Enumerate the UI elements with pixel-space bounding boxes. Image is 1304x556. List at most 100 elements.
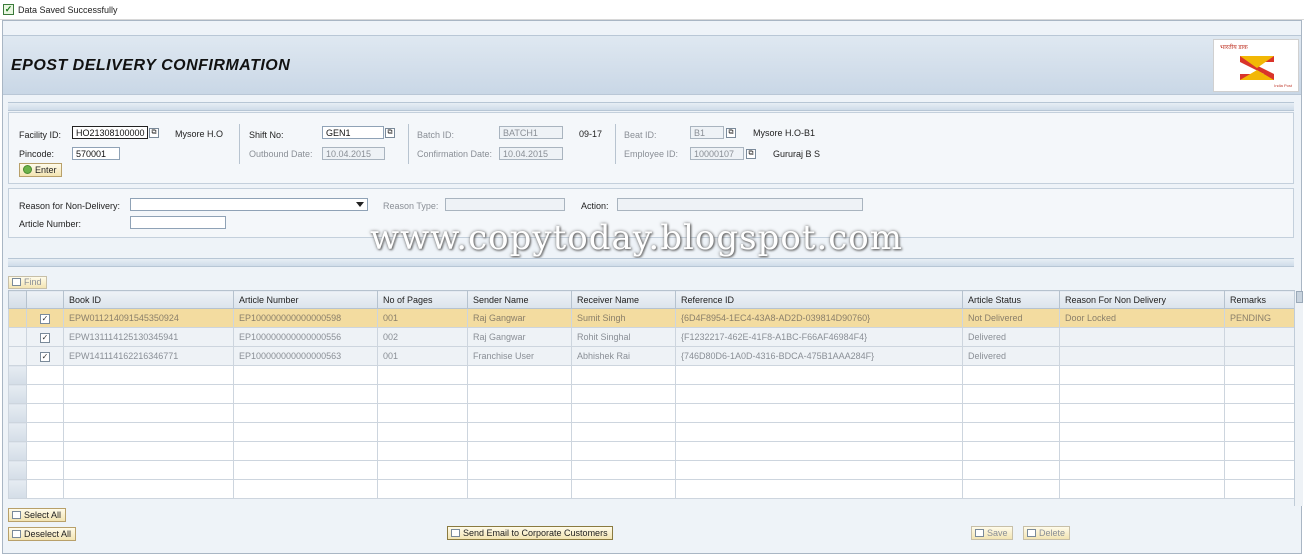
table-row[interactable]: ✓ EPW141114162216346771 EP1000000000000005…	[8, 346, 1295, 366]
table-cell[interactable]	[467, 441, 572, 461]
row-selector[interactable]	[8, 460, 27, 480]
table-cell[interactable]: EPW011214091545350924	[63, 308, 234, 328]
table-cell[interactable]	[63, 441, 234, 461]
table-cell[interactable]: EPW131114125130345941	[63, 327, 234, 347]
table-cell[interactable]	[962, 441, 1060, 461]
row-checkbox[interactable]: ✓	[40, 351, 50, 362]
empty-table-row[interactable]	[8, 479, 1295, 499]
table-cell[interactable]: 001	[377, 346, 468, 366]
table-cell[interactable]	[1059, 403, 1225, 423]
save-button[interactable]: Save	[971, 526, 1013, 540]
table-cell[interactable]	[675, 365, 963, 385]
table-cell[interactable]	[1059, 460, 1225, 480]
table-cell[interactable]	[962, 479, 1060, 499]
table-cell[interactable]	[233, 422, 378, 442]
table-cell[interactable]	[962, 422, 1060, 442]
table-cell[interactable]	[1224, 403, 1295, 423]
table-cell[interactable]: Franchise User	[467, 346, 572, 366]
table-cell[interactable]	[571, 403, 676, 423]
table-cell[interactable]	[377, 384, 468, 404]
row-checkbox[interactable]: ✓	[40, 332, 50, 343]
select-all-button[interactable]: Select All	[8, 508, 67, 522]
value-help-icon[interactable]: ⧉	[746, 149, 756, 159]
row-selector[interactable]	[8, 441, 27, 461]
table-cell[interactable]: EPW141114162216346771	[63, 346, 234, 366]
send-email-button[interactable]: Send Email to Corporate Customers	[447, 526, 613, 540]
table-cell[interactable]	[63, 365, 234, 385]
table-cell[interactable]: Door Locked	[1059, 308, 1225, 328]
row-checkbox-cell[interactable]: ✓	[26, 308, 64, 328]
table-cell[interactable]: Rohit Singhal	[571, 327, 676, 347]
table-cell[interactable]: EP100000000000000598	[233, 308, 378, 328]
table-cell[interactable]	[1059, 327, 1225, 347]
table-cell[interactable]	[1224, 441, 1295, 461]
table-cell[interactable]	[377, 460, 468, 480]
table-cell[interactable]: PENDING	[1224, 308, 1295, 328]
table-cell[interactable]	[675, 384, 963, 404]
table-cell[interactable]: Abhishek Rai	[571, 346, 676, 366]
row-selector[interactable]	[8, 422, 27, 442]
table-cell[interactable]	[571, 460, 676, 480]
table-cell[interactable]	[571, 365, 676, 385]
table-cell[interactable]	[1224, 384, 1295, 404]
table-cell[interactable]	[26, 384, 64, 404]
table-cell[interactable]	[1224, 460, 1295, 480]
column-header[interactable]: Reason For Non Delivery	[1059, 290, 1225, 309]
table-cell[interactable]	[962, 365, 1060, 385]
table-cell[interactable]	[63, 422, 234, 442]
deselect-all-button[interactable]: Deselect All	[8, 527, 77, 541]
table-cell[interactable]	[962, 403, 1060, 423]
table-cell[interactable]	[467, 460, 572, 480]
table-cell[interactable]	[1224, 365, 1295, 385]
table-cell[interactable]: Raj Gangwar	[467, 308, 572, 328]
column-header[interactable]: Article Number	[233, 290, 378, 309]
table-cell[interactable]: Not Delivered	[962, 308, 1060, 328]
row-selector[interactable]	[8, 346, 27, 366]
table-cell[interactable]	[377, 422, 468, 442]
table-cell[interactable]	[26, 403, 64, 423]
table-cell[interactable]	[571, 479, 676, 499]
enter-button[interactable]: Enter	[19, 163, 62, 177]
table-cell[interactable]: 002	[377, 327, 468, 347]
table-cell[interactable]	[1224, 346, 1295, 366]
table-cell[interactable]	[1224, 327, 1295, 347]
table-cell[interactable]	[26, 365, 64, 385]
row-selector-header[interactable]	[8, 290, 27, 309]
table-cell[interactable]	[571, 422, 676, 442]
table-cell[interactable]	[26, 479, 64, 499]
table-cell[interactable]: Delivered	[962, 346, 1060, 366]
table-cell[interactable]: {F1232217-462E-41F8-A1BC-F66AF46984F4}	[675, 327, 963, 347]
empty-table-row[interactable]	[8, 441, 1295, 461]
pincode-field[interactable]: 570001	[72, 147, 120, 160]
table-cell[interactable]	[1059, 346, 1225, 366]
table-cell[interactable]	[467, 365, 572, 385]
table-cell[interactable]	[26, 441, 64, 461]
table-cell[interactable]	[1059, 365, 1225, 385]
table-cell[interactable]	[377, 479, 468, 499]
row-checkbox[interactable]: ✓	[40, 313, 50, 324]
scrollbar-thumb[interactable]	[1296, 291, 1303, 303]
row-checkbox-cell[interactable]: ✓	[26, 346, 64, 366]
column-header[interactable]: Sender Name	[467, 290, 572, 309]
find-button[interactable]: Find	[8, 276, 47, 289]
table-cell[interactable]	[1059, 384, 1225, 404]
table-cell[interactable]	[675, 441, 963, 461]
row-selector[interactable]	[8, 479, 27, 499]
table-cell[interactable]	[233, 441, 378, 461]
shift-no-field[interactable]: GEN1	[322, 126, 384, 139]
table-cell[interactable]: {6D4F8954-1EC4-43A8-AD2D-039814D90760}	[675, 308, 963, 328]
empty-table-row[interactable]	[8, 422, 1295, 442]
table-cell[interactable]: EP100000000000000556	[233, 327, 378, 347]
row-selector[interactable]	[8, 384, 27, 404]
table-cell[interactable]	[377, 365, 468, 385]
table-cell[interactable]: Sumit Singh	[571, 308, 676, 328]
table-cell[interactable]	[63, 460, 234, 480]
column-header[interactable]: Reference ID	[675, 290, 963, 309]
empty-table-row[interactable]	[8, 460, 1295, 480]
table-cell[interactable]	[377, 403, 468, 423]
article-number-field[interactable]	[130, 216, 226, 229]
column-header[interactable]: No of Pages	[377, 290, 468, 309]
column-header[interactable]: Book ID	[63, 290, 234, 309]
reason-dropdown[interactable]	[130, 198, 368, 211]
table-cell[interactable]: EP100000000000000563	[233, 346, 378, 366]
